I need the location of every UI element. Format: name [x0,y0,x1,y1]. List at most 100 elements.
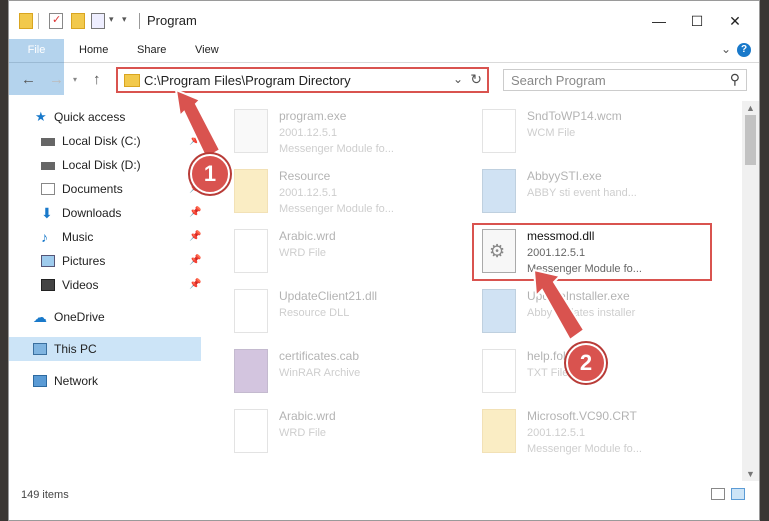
cloud-icon: ☁ [33,309,47,325]
file-name: UpdateClient21.dll [279,289,378,303]
sidebar-item-quick-access[interactable]: ★ Quick access [9,105,201,129]
sidebar-item-network[interactable]: Network [9,369,201,393]
sidebar-item-music[interactable]: ♪ Music 📌 [9,225,201,249]
search-box[interactable]: Search Program ⚲ [503,69,747,91]
sidebar-item-label: Local Disk (C:) [62,134,141,148]
scroll-up-icon[interactable]: ▲ [746,103,755,113]
file-type: WRD File [279,247,327,259]
document-icon [41,183,55,195]
ribbon: File Home Share View ⌄ ? [9,39,759,95]
file-item[interactable]: AbbyySTI.exe ABBY sti event hand... [479,165,719,221]
tab-view[interactable]: View [185,39,229,62]
file-item[interactable]: UpdateClient21.dll Resource DLL [231,285,471,341]
sidebar-item-label: Network [54,374,99,388]
tab-share[interactable]: Share [127,39,176,62]
sidebar-item-label: Music [62,230,94,244]
title-bar: ✓ ▾ ▾ Program — ☐ ✕ [9,1,759,39]
address-bar[interactable]: C:\Program Files\Program Directory ⌄ ↻ [116,67,489,93]
file-type: WinRAR Archive [279,367,361,379]
file-version: 2001.12.5.1 [527,427,586,439]
file-type: Abby updates installer [527,307,636,319]
forward-arrow-icon[interactable]: → [49,71,64,88]
highlight-box [472,223,712,281]
dll-gear-icon [231,289,271,335]
download-arrow-icon: ⬇ [41,205,53,221]
file-name: Microsoft.VC90.CRT [527,409,637,423]
sidebar-item-label: Pictures [62,254,106,268]
file-item[interactable]: Arabic.wrd WRD File [231,405,471,461]
pictures-icon [41,255,55,267]
sidebar-item-label: Local Disk (D:) [62,158,141,172]
file-list: program.exe 2001.12.5.1 Messenger Module… [209,101,739,481]
file-item[interactable]: Resource 2001.12.5.1 Messenger Module fo… [231,165,471,221]
scroll-thumb[interactable] [745,115,756,165]
view-options-icon[interactable] [91,13,105,29]
file-item[interactable]: SndToWP14.wcm WCM File [479,105,719,161]
file-type: ABBY sti event hand... [527,187,637,199]
sidebar-item-downloads[interactable]: ⬇ Downloads 📌 [9,201,201,225]
large-icons-view-icon[interactable] [731,488,745,500]
vertical-scrollbar[interactable]: ▲ ▼ [742,101,759,481]
sidebar-item-onedrive[interactable]: ☁ OneDrive [9,305,201,329]
tab-home[interactable]: Home [69,39,118,62]
folder-icon [19,13,33,29]
address-dropdown-icon[interactable]: ⌄ [453,72,463,86]
back-arrow-icon[interactable]: ← [21,71,36,88]
scroll-down-icon[interactable]: ▼ [746,469,755,479]
toolbar-divider [38,13,39,29]
file-type: WRD File [279,427,327,439]
file-name: Arabic.wrd [279,229,336,243]
minimize-button[interactable]: — [645,9,673,33]
sidebar-item-videos[interactable]: Videos 📌 [9,273,201,297]
file-name: program.exe [279,109,347,123]
new-folder-icon[interactable] [71,13,85,29]
qa-dropdown-icon[interactable]: ▾ [109,14,114,30]
pin-icon[interactable]: 📌 [189,225,201,249]
customize-toolbar-icon[interactable]: ▾ [122,14,127,30]
sidebar-item-local-disk-d[interactable]: Local Disk (D:) 📌 [9,153,201,177]
folder-icon [231,169,271,215]
network-icon [33,375,47,387]
folder-icon [124,74,140,87]
pin-icon[interactable]: 📌 [189,201,201,225]
sidebar-item-local-disk-c[interactable]: Local Disk (C:) 📌 [9,129,201,153]
search-input[interactable]: Search Program [511,73,606,88]
file-item[interactable]: Microsoft.VC90.CRT 2001.12.5.1 Messenger… [479,405,719,461]
file-item[interactable]: Arabic.wrd WRD File [231,225,471,281]
maximize-button[interactable]: ☐ [683,9,711,33]
window-title: Program [147,13,197,28]
generic-file-icon [231,409,271,455]
address-path[interactable]: C:\Program Files\Program Directory [144,73,351,88]
file-version: 2001.12.5.1 [279,187,338,199]
close-button[interactable]: ✕ [721,9,749,33]
pin-icon[interactable]: 📌 [189,273,201,297]
properties-icon[interactable]: ✓ [49,13,63,29]
recent-locations-icon[interactable]: ▾ [73,75,77,84]
sidebar-item-documents[interactable]: Documents 📌 [9,177,201,201]
file-item[interactable]: program.exe 2001.12.5.1 Messenger Module… [231,105,471,161]
sidebar-item-label: Quick access [54,110,126,124]
pin-icon[interactable]: 📌 [189,249,201,273]
file-item[interactable]: UpdateInstaller.exe Abby updates install… [479,285,719,341]
file-name: AbbyySTI.exe [527,169,602,183]
refresh-icon[interactable]: ↻ [470,71,482,88]
expand-ribbon-icon[interactable]: ⌄ [721,42,731,56]
file-version: 2001.12.5.1 [279,127,338,139]
pin-icon[interactable]: 📌 [189,129,201,153]
up-arrow-icon[interactable]: ↑ [93,71,101,88]
details-view-icon[interactable] [711,488,725,500]
folder-icon [479,409,519,455]
text-file-icon [479,349,519,395]
app-window-icon [479,169,519,215]
sidebar-item-label: This PC [54,342,97,356]
file-description: Messenger Module fo... [279,203,394,215]
file-type: TXT File [527,367,569,379]
sidebar-item-this-pc[interactable]: This PC [9,337,201,361]
help-icon[interactable]: ? [737,43,751,57]
file-name: Arabic.wrd [279,409,336,423]
navigation-pane: ★ Quick access Local Disk (C:) 📌 Local D… [9,101,201,481]
sidebar-item-pictures[interactable]: Pictures 📌 [9,249,201,273]
film-icon [41,279,55,291]
title-divider [139,13,140,29]
file-item[interactable]: certificates.cab WinRAR Archive [231,345,471,401]
